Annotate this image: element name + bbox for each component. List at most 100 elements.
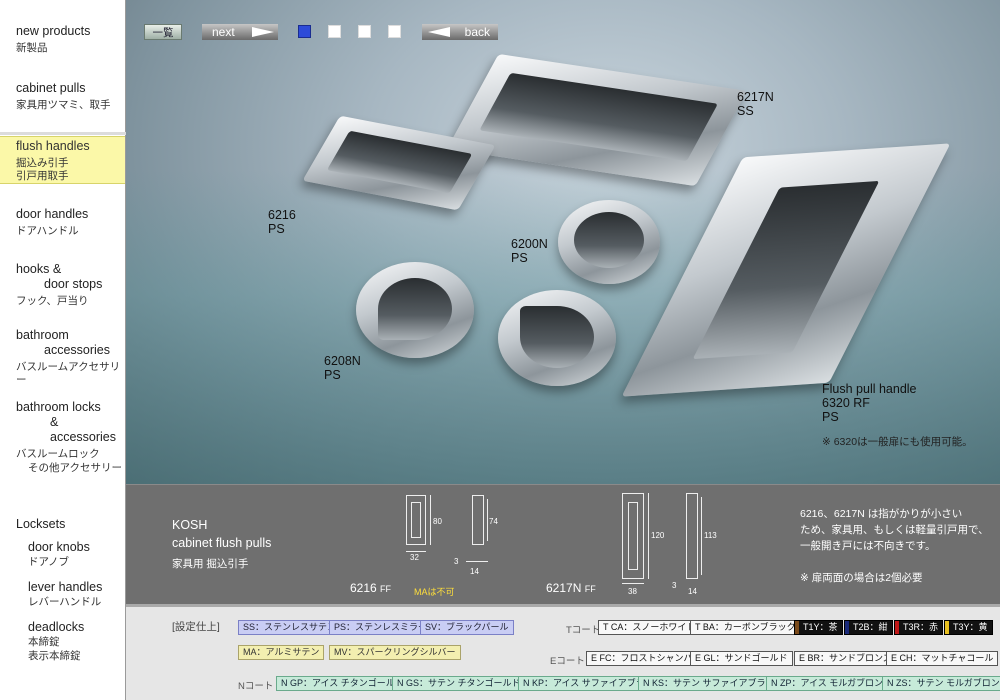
dim-height-inner: 74 [489,517,498,526]
sidebar-item-bathroom-accessories[interactable]: bathroom accessories バスルームアクセサリー [0,328,125,387]
finish-code: PS [822,410,839,424]
dim-width: 32 [410,553,419,562]
sidebar-item-sublabel: 表示本締錠 [28,650,81,662]
finish-ech: E CH：マットチャコール [886,651,999,666]
sidebar-item-hooks[interactable]: hooks & door stops フック、戸当り [0,262,125,308]
page-dot-1[interactable] [298,25,311,38]
sidebar-item-deadlocks[interactable]: deadlocks 本締錠 表示本締錠 [28,620,125,663]
dim-height: 120 [651,531,665,540]
dim-height-inner: 113 [704,531,717,540]
model-6216: 6216 FF [350,581,391,595]
finish-tba: T BA：カーボンブラック [690,620,801,635]
finish-ss: SS：ステンレスサテン [238,620,342,635]
product-6217n [446,53,748,187]
sidebar-item-label: door handles [16,207,89,221]
finish-t2b: T2B：紺 [844,620,893,635]
sidebar-item-sublabel: 新製品 [16,42,48,54]
finish-t3y: T3Y：黄 [944,620,993,635]
sidebar-divider [0,132,126,135]
model-code: 6216 [268,208,296,222]
page-dot-4[interactable] [388,25,401,38]
sidebar-item-cabinet-pulls[interactable]: cabinet pulls 家具用ツマミ、取手 [0,81,125,112]
usage-note-4: ※ 扉両面の場合は2個必要 [800,572,923,584]
sidebar-item-label: deadlocks [28,620,85,634]
drawing-6216-side [472,495,484,545]
finish-efc: E FC：フロストシャンパン [586,651,707,666]
dim-depth: 14 [688,587,697,596]
label-6320: Flush pull handle 6320 RF PS [822,382,917,424]
finishes-title: [設定仕上] [172,621,220,633]
finish-t1y-label: T1Y：茶 [803,622,838,632]
finish-nzs: N ZS：サテン モルガブロンズ [882,676,1000,691]
product-recess [692,180,880,360]
usage-note-1: 6216、6217N は指がかりが小さい [800,508,963,520]
model-code: 6216 [350,581,377,595]
finish-tca: T CA：スノーホワイト [598,620,701,635]
sidebar: new products 新製品 cabinet pulls 家具用ツマミ、取手… [0,0,126,700]
model-code: 6208N [324,354,361,368]
page-dot-3[interactable] [358,25,371,38]
sidebar-item-sublabel: その他アクセサリー [28,462,122,474]
sidebar-item-lever-handles[interactable]: lever handles レバーハンドル [28,580,125,609]
dim-width: 38 [628,587,637,596]
info-panel: KOSH cabinet flush pulls 家具用 掘込引手 80 74 … [126,484,1000,604]
finish-t3r-label: T3R：赤 [903,622,939,632]
usage-note-2: ため、家具用、もしくは軽量引戸用で、 [800,524,989,536]
finish-code: PS [324,368,341,382]
product-title: Flush pull handle [822,382,917,396]
sidebar-item-door-handles[interactable]: door handles ドアハンドル [0,207,125,238]
label-6216: 6216 PS [268,208,296,236]
drawing-recess [411,502,421,538]
finish-t3y-label: T3Y：黄 [953,622,988,632]
sidebar-item-sublabel: バスルームロック [16,448,100,460]
sidebar-item-new-products[interactable]: new products 新製品 [0,24,125,55]
sidebar-item-label: hooks & [16,262,62,276]
finish-ngp: N GP：アイス チタンゴールド [276,676,409,691]
page-dot-2[interactable] [328,25,341,38]
model-code: 6217N [737,90,774,104]
index-button[interactable]: 一覧 [144,24,182,40]
dim-line [406,551,426,552]
sidebar-item-label: accessories [44,343,110,357]
dim-line [430,495,431,545]
sidebar-item-label: door knobs [28,540,90,554]
drawing-6217n-front [622,493,644,579]
sidebar-item-flush-handles[interactable]: flush handles 掘込み引手 引戸用取手 [0,136,125,184]
sidebar-item-label: new products [16,24,91,38]
model-code: 6217N [546,581,582,595]
sidebar-item-bathroom-locks[interactable]: bathroom locks & accessories バスルームロック その… [0,400,125,475]
drawing-recess [628,502,638,570]
sidebar-item-sublabel: 掘込み引手 [16,157,69,169]
back-button[interactable]: back [422,24,498,40]
sidebar-item-sublabel: 本締錠 [28,636,60,648]
next-button-label: next [212,25,235,39]
product-category: cabinet flush pulls [172,536,272,550]
product-category-jp: 家具用 掘込引手 [172,558,249,570]
n-coat-label: Nコート [238,681,274,692]
swatch-t2b [845,621,849,634]
t-coat-label: Tコート [566,625,601,636]
product-6208n-alt [498,290,616,386]
finish-egl: E GL：サンドゴールド [690,651,793,666]
finishes-panel: [設定仕上] SS：ステンレスサテン PS：ステンレスミラー SV：ブラックパー… [126,604,1000,700]
model-6217n: 6217N FF [546,581,596,595]
dim-line [622,583,644,584]
sidebar-item-door-knobs[interactable]: door knobs ドアノブ [28,540,125,569]
sidebar-item-sublabel: レバーハンドル [28,596,102,608]
drawing-6216-front [406,495,426,545]
e-coat-label: Eコート [550,656,585,667]
arrow-right-icon [252,27,274,37]
dim-depth-flange: 3 [454,557,459,566]
label-6208n: 6208N PS [324,354,361,382]
ma-warning: MAは不可 [414,587,455,597]
sidebar-item-sublabel: フック、戸当り [16,295,89,307]
swatch-t3y [945,621,949,634]
sidebar-item-sublabel: バスルームアクセサリー [16,361,121,386]
sidebar-item-sublabel: 引戸用取手 [16,170,69,182]
sidebar-item-label: bathroom [16,328,69,342]
dim-line [648,493,649,579]
model-code: 6320 RF [822,396,870,410]
finish-t2b-label: T2B：紺 [853,622,888,632]
label-6217n: 6217N SS [737,90,774,118]
next-button[interactable]: next [202,24,278,40]
